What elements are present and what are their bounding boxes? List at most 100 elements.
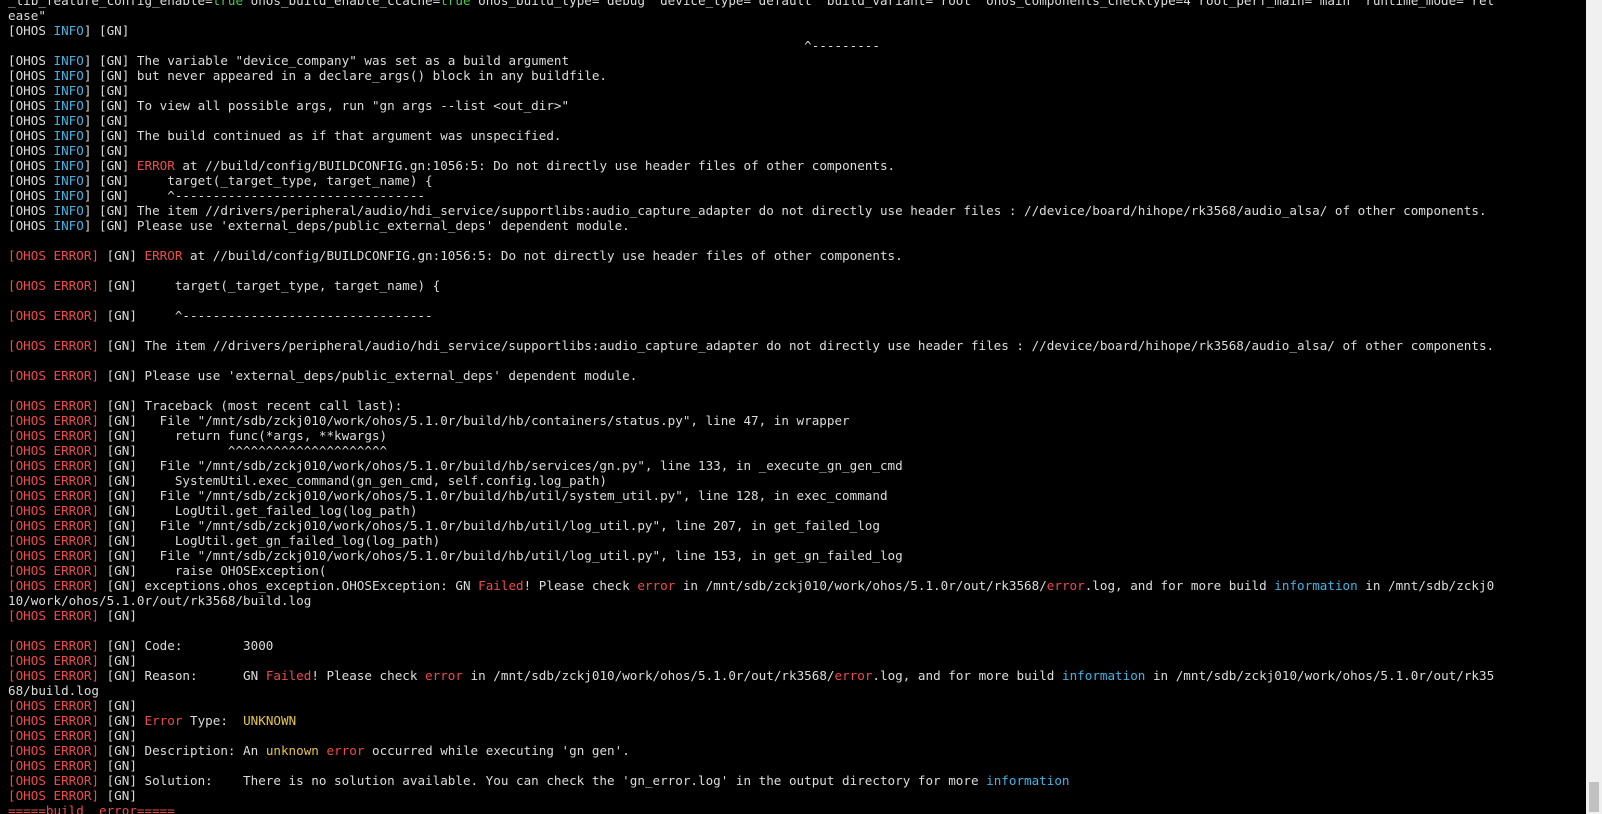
terminal-line: 68/build.log <box>8 683 1586 698</box>
log-text: [GN] The item //drivers/peripheral/audio… <box>99 338 1495 353</box>
log-text: 10/work/ohos/5.1.0r/out/rk3568/build.log <box>8 593 312 608</box>
terminal-line: [OHOS ERROR] [GN] File "/mnt/sdb/zckj010… <box>8 548 1586 563</box>
log-text: [OHOS ERROR] <box>8 533 99 548</box>
log-text: [GN] File "/mnt/sdb/zckj010/work/ohos/5.… <box>99 548 903 563</box>
log-text: Type: <box>182 713 244 728</box>
log-text: INFO <box>53 173 84 188</box>
log-text: information <box>1274 578 1358 593</box>
log-text: true <box>212 0 244 8</box>
terminal-line: [OHOS ERROR] [GN] LogUtil.get_failed_log… <box>8 503 1586 518</box>
log-text: [OHOS <box>8 203 54 218</box>
log-text: [OHOS ERROR] <box>8 308 99 323</box>
terminal-line: [OHOS ERROR] [GN] Please use 'external_d… <box>8 368 1586 383</box>
log-text: ] [GN] The build continued as if that ar… <box>83 128 562 143</box>
log-text: [OHOS <box>8 128 54 143</box>
log-text: [OHOS ERROR] <box>8 548 99 563</box>
log-text: _lib_feature_config_enable= <box>8 0 213 8</box>
log-text: [GN] <box>99 653 137 668</box>
log-text: unknown <box>265 743 319 758</box>
terminal-line: [OHOS ERROR] [GN] exceptions.ohos_except… <box>8 578 1586 593</box>
terminal-line: [OHOS INFO] [GN] The variable "device_co… <box>8 53 1586 68</box>
terminal-line: [OHOS ERROR] [GN] target(_target_type, t… <box>8 278 1586 293</box>
terminal-line: [OHOS ERROR] [GN] Code: 3000 <box>8 638 1586 653</box>
log-text: ] [GN] <box>83 113 130 128</box>
log-text: ease" <box>8 8 46 23</box>
terminal-line: [OHOS ERROR] [GN] Error Type: UNKNOWN <box>8 713 1586 728</box>
log-text: [OHOS ERROR] <box>8 608 99 623</box>
terminal-line: [OHOS ERROR] [GN] File "/mnt/sdb/zckj010… <box>8 458 1586 473</box>
log-text: information <box>986 773 1070 788</box>
terminal-line: _lib_feature_config_enable=true ohos_bui… <box>8 0 1586 8</box>
log-text: ^--------- <box>8 38 880 53</box>
log-text: INFO <box>53 113 84 128</box>
log-text: INFO <box>53 98 84 113</box>
terminal-line: [OHOS ERROR] [GN] LogUtil.get_gn_failed_… <box>8 533 1586 548</box>
log-text: [OHOS ERROR] <box>8 788 99 803</box>
terminal-line: [OHOS INFO] [GN] To view all possible ar… <box>8 98 1586 113</box>
log-text: [OHOS <box>8 218 54 233</box>
terminal-line: =====build error===== <box>8 803 1586 814</box>
log-text: [GN] <box>99 248 145 263</box>
log-text: at //build/config/BUILDCONFIG.gn:1056:5:… <box>182 248 903 263</box>
terminal-output[interactable]: _lib_feature_config_enable=true ohos_bui… <box>0 0 1586 814</box>
log-text: [OHOS <box>8 158 54 173</box>
log-text: ohos_build_enable_ccache= <box>243 0 441 8</box>
log-text: [OHOS <box>8 83 54 98</box>
log-text: INFO <box>53 143 84 158</box>
terminal-line: [OHOS INFO] [GN] <box>8 143 1586 158</box>
terminal-line: [OHOS INFO] [GN] Please use 'external_de… <box>8 218 1586 233</box>
terminal-line: [OHOS ERROR] [GN] <box>8 698 1586 713</box>
terminal-line: [OHOS ERROR] [GN] File "/mnt/sdb/zckj010… <box>8 488 1586 503</box>
log-text: INFO <box>53 53 84 68</box>
terminal-line: [OHOS ERROR] [GN] Solution: There is no … <box>8 773 1586 788</box>
vertical-scrollbar[interactable] <box>1586 0 1602 814</box>
log-text: INFO <box>53 218 84 233</box>
terminal-line: [OHOS ERROR] [GN] File "/mnt/sdb/zckj010… <box>8 518 1586 533</box>
log-text: error <box>1046 578 1085 593</box>
log-text: [OHOS ERROR] <box>8 503 99 518</box>
log-text: [GN] File "/mnt/sdb/zckj010/work/ohos/5.… <box>99 413 850 428</box>
terminal-line: [OHOS INFO] [GN] The build continued as … <box>8 128 1586 143</box>
log-text: [OHOS ERROR] <box>8 728 99 743</box>
log-text: [GN] ^^^^^^^^^^^^^^^^^^^^^ <box>99 443 388 458</box>
log-text: [OHOS ERROR] <box>8 488 99 503</box>
log-text: ERROR <box>136 158 175 173</box>
log-text: [OHOS <box>8 53 54 68</box>
log-text: [OHOS ERROR] <box>8 458 99 473</box>
log-text: ohos_build_type="debug" device_type="def… <box>470 0 1495 8</box>
scrollbar-thumb[interactable] <box>1589 782 1599 812</box>
log-text: Error <box>144 713 183 728</box>
log-text: ] [GN] target(_target_type, target_name)… <box>83 173 433 188</box>
log-text: =====build error===== <box>8 803 175 814</box>
log-text: INFO <box>53 23 84 38</box>
terminal-line: [OHOS ERROR] [GN] raise OHOSException( <box>8 563 1586 578</box>
terminal-line: [OHOS ERROR] [GN] Description: An unknow… <box>8 743 1586 758</box>
log-text: [GN] Please use 'external_deps/public_ex… <box>99 368 638 383</box>
terminal-line: [OHOS ERROR] [GN] <box>8 788 1586 803</box>
log-text: ] [GN] To view all possible args, run "g… <box>83 98 570 113</box>
log-text: ] [GN] The item //drivers/peripheral/aud… <box>83 203 1487 218</box>
terminal-line: [OHOS ERROR] [GN] <box>8 758 1586 773</box>
log-text: [OHOS <box>8 23 54 38</box>
terminal-line: [OHOS ERROR] [GN] <box>8 608 1586 623</box>
log-text: 68/build.log <box>8 683 99 698</box>
log-text: ERROR <box>144 248 183 263</box>
log-text: [OHOS <box>8 143 54 158</box>
terminal-line: ease" <box>8 8 1586 23</box>
terminal-line: [OHOS ERROR] [GN] Traceback (most recent… <box>8 398 1586 413</box>
terminal-line: [OHOS ERROR] [GN] <box>8 728 1586 743</box>
log-text: [GN] <box>99 728 137 743</box>
log-text: occurred while executing 'gn gen'. <box>364 743 630 758</box>
log-text: [GN] return func(*args, **kwargs) <box>99 428 388 443</box>
log-text: .log, and for more build <box>1084 578 1275 593</box>
terminal-line: [OHOS INFO] [GN] target(_target_type, ta… <box>8 173 1586 188</box>
log-text: INFO <box>53 83 84 98</box>
log-text: [GN] Code: 3000 <box>99 638 274 653</box>
log-text: [OHOS ERROR] <box>8 443 99 458</box>
